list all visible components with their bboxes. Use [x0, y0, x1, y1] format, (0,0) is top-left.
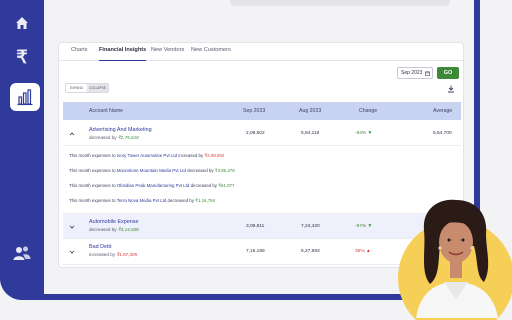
- top-bar: [230, 0, 450, 6]
- expand-button[interactable]: EXPAND: [66, 84, 87, 92]
- change-percent: 35%: [355, 249, 365, 254]
- tab-charts[interactable]: Charts: [71, 47, 87, 61]
- tab-financial-insights[interactable]: Financial Insights: [99, 47, 147, 61]
- col-change: Change: [359, 108, 378, 114]
- go-button[interactable]: GO: [437, 67, 459, 79]
- change-percent: -64%: [355, 131, 367, 136]
- nav-insights[interactable]: [10, 83, 40, 111]
- aug-value: 5,84,118: [301, 131, 320, 136]
- detail-prefix: This month expenses to: [69, 198, 116, 203]
- vendor-name[interactable]: Terra Nova Media Pvt Ltd: [117, 198, 167, 203]
- col-average: Average: [433, 108, 453, 114]
- nav-users[interactable]: [0, 238, 44, 268]
- home-icon: [16, 17, 28, 29]
- detail-amount: ₹61,077: [218, 183, 235, 188]
- detail-direction: increased by: [178, 153, 204, 158]
- nav-home[interactable]: [0, 8, 44, 38]
- expand-collapse-toggle: EXPAND COLLAPSE: [65, 83, 109, 93]
- change-note-text: increased by: [89, 252, 116, 257]
- detail-amount: ₹3,86,278: [214, 168, 235, 173]
- change-value: 35% ▲: [355, 249, 371, 254]
- change-note-amount: ₹2,75,618: [117, 135, 139, 140]
- account-change-note: decreased by ₹4,14,608: [89, 227, 139, 233]
- detail-line: This month expenses to Ivory Tower Autom…: [69, 153, 224, 159]
- account-change-note: decreased by ₹2,75,618: [89, 135, 139, 141]
- sep-value: 2,08,502: [246, 131, 265, 136]
- vendor-name[interactable]: Obsidian Peak Manufacturing Pvt Ltd: [117, 183, 190, 188]
- account-name[interactable]: Advertising And Marketing: [89, 127, 152, 133]
- account-name[interactable]: Bad Debt: [89, 244, 111, 250]
- chevron-down-icon[interactable]: [69, 249, 75, 255]
- detail-line: This month expenses to Obsidian Peak Man…: [69, 183, 234, 189]
- detail-amount: ₹1,16,764: [195, 198, 216, 203]
- tab-new-vendors[interactable]: New Vendors: [151, 47, 184, 61]
- month-select[interactable]: Sep 2023: [397, 67, 433, 79]
- nav-finance[interactable]: ₹: [0, 42, 44, 72]
- aug-value: 7,24,420: [301, 224, 320, 229]
- vendor-name[interactable]: Ivory Tower Automotive Pvt Ltd: [117, 153, 177, 158]
- table-row[interactable]: Advertising And Marketing decreased by ₹…: [63, 120, 461, 146]
- change-note-text: decreased by: [89, 227, 117, 232]
- col-aug-2023: Aug 2023: [299, 108, 322, 114]
- aug-value: 5,27,883: [301, 249, 320, 254]
- change-note-text: decreased by: [89, 135, 117, 140]
- users-icon: [13, 246, 31, 260]
- account-change-note: increased by ₹1,87,305: [89, 252, 137, 258]
- change-value: -57% ▼: [355, 224, 373, 229]
- col-sep-2023: Sep 2023: [243, 108, 266, 114]
- change-note-amount: ₹4,14,608: [117, 227, 139, 232]
- chevron-up-icon[interactable]: [69, 131, 75, 137]
- detail-prefix: This month expenses to: [69, 153, 116, 158]
- chevron-down-icon[interactable]: [69, 224, 75, 230]
- table-header: Account Name Sep 2023 Aug 2023 Change Av…: [63, 102, 461, 120]
- detail-direction: decreased by: [187, 168, 214, 173]
- detail-amount: ₹2,08,502: [204, 153, 225, 158]
- detail-line: This month expenses to Moonstone Mountai…: [69, 168, 235, 174]
- app-screen: ₹ Charts Financial Insights New Vendors …: [0, 0, 512, 320]
- account-name[interactable]: Automobile Expense: [89, 219, 138, 225]
- calendar-icon: [425, 71, 431, 76]
- download-icon[interactable]: [447, 85, 455, 93]
- change-value: -64% ▼: [355, 131, 373, 136]
- tab-new-customers[interactable]: New Customers: [191, 47, 231, 61]
- detail-prefix: This month expenses to: [69, 168, 116, 173]
- bar-chart-icon: [17, 89, 33, 106]
- month-value: Sep 2023: [401, 70, 423, 76]
- rupee-icon: ₹: [16, 46, 28, 67]
- sep-value: 7,15,189: [246, 249, 265, 254]
- tab-bar: Charts Financial Insights New Vendors Ne…: [59, 43, 463, 61]
- detail-line: This month expenses to Terra Nova Media …: [69, 198, 215, 204]
- change-percent: -57%: [355, 224, 367, 229]
- detail-direction: decreased by: [190, 183, 217, 188]
- avatar: [398, 199, 512, 320]
- sep-value: 3,09,811: [246, 224, 265, 229]
- average-value: 5,54,700: [433, 131, 452, 136]
- change-note-amount: ₹1,87,305: [116, 252, 138, 257]
- collapse-button[interactable]: COLLAPSE: [87, 84, 108, 92]
- col-account-name: Account Name: [89, 108, 124, 114]
- detail-prefix: This month expenses to: [69, 183, 116, 188]
- detail-direction: decreased by: [167, 198, 194, 203]
- vendor-name[interactable]: Moonstone Mountain Media Pvt Ltd: [117, 168, 186, 173]
